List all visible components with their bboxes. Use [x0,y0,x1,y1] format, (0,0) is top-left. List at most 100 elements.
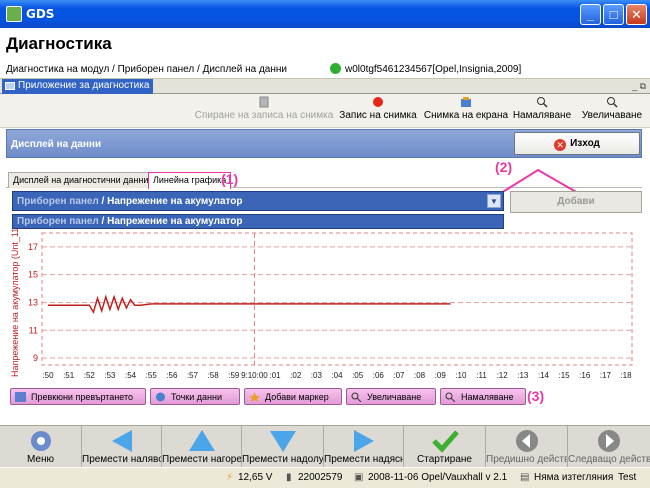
tab-diagnostic-app[interactable]: Приложение за диагностика [2,79,154,94]
vehicle-info: w0l0tgf5461234567[Opel,Insignia,2009] [330,63,521,75]
window-titlebar: GDS _ □ ✕ [0,0,650,28]
x-tick-label: :55 [146,371,158,380]
zoom-in-icon [351,392,362,402]
screenshot-label: Снимка на екрана [423,110,509,121]
record-label: Запис на снимка [339,110,417,121]
annotation-1: (1) [221,171,239,187]
zoom-in-button[interactable]: Увеличаване [578,96,646,121]
window-title: GDS [26,7,55,21]
add-button[interactable]: Добави [510,191,642,213]
add-marker-button[interactable]: Добави маркер [244,388,342,405]
software-version: 2008-11-06 Opel/Vauxhall v 2.1 [368,472,508,483]
exit-button[interactable]: ✕ Изход [514,132,640,155]
x-tick-label: :06 [373,371,385,380]
lightning-icon: ⚡ [226,472,234,483]
x-tick-label: :10 [455,371,467,380]
x-tick-label: :18 [620,371,632,380]
toolbar: Спиране на записа на снимка Запис на сни… [0,94,650,128]
x-tick-label: :08 [414,371,426,380]
chevron-right-icon [598,430,620,452]
toggle-scroll-button[interactable]: Превкюни превъртането [10,388,146,405]
y-tick-label: 9 [33,353,38,363]
previous-action-button[interactable]: Предишно действие [486,426,568,468]
start-button[interactable]: Стартиране [404,426,486,468]
x-tick-label: :52 [84,371,96,380]
vehicle-id: w0l0tgf5461234567[Opel,Insignia,2009] [345,64,522,75]
star-icon [249,392,260,402]
app-tab-bar: Приложение за диагностика _ ⧉ [0,78,650,94]
select-value: Напрежение на акумулатор [107,196,243,207]
close-button[interactable]: ✕ [626,4,647,25]
previous-action-label: Предишно действие [486,454,567,465]
x-tick-label: :09 [435,371,447,380]
database-icon: ▣ [354,472,364,483]
chevron-down-icon[interactable]: ▼ [487,194,501,208]
x-tick-label: :54 [125,371,137,380]
navigation-bar: Меню Премести наляво Премести нагоре Пре… [0,425,650,468]
status-ok-icon [330,63,341,74]
move-right-label: Премести надясно [324,454,403,465]
info-icon [156,392,165,402]
toggle-scroll-label: Превкюни превъртането [31,392,133,402]
mode-label: Test [618,472,637,483]
y-axis-label: Напрежение на акумулатор (Unt_11555) [10,229,20,377]
stop-record-button[interactable]: Спиране на записа на снимка [194,96,334,121]
zoom-in-label: Увеличаване [581,110,643,121]
zoom-out-icon [537,97,548,108]
view-tabs: Дисплей на диагностични данни Линейна гр… [6,170,642,189]
move-down-button[interactable]: Премести надолу [242,426,324,468]
x-tick-label: :03 [311,371,323,380]
arrow-left-icon [111,430,132,452]
y-tick-label: 11 [29,325,38,335]
menu-button[interactable]: Меню [0,426,82,468]
x-tick-label: :07 [393,371,405,380]
zoom-out-icon [445,392,456,402]
x-tick-label: :05 [352,371,364,380]
data-points-button[interactable]: Точки данни [150,388,240,405]
screenshot-button[interactable]: Снимка на екрана [423,96,509,121]
stop-record-label: Спиране на записа на снимка [194,110,334,121]
scroll-icon [15,392,26,402]
parameter-select[interactable]: Приборен панел / Напрежение на акумулато… [12,191,504,211]
minimize-button[interactable]: _ [580,4,601,25]
x-tick-label: :53 [104,371,116,380]
y-tick-label: 13 [28,297,38,307]
zoom-out-label: Намаляване [512,110,572,121]
tab-diag-data[interactable]: Дисплей на диагностични данни [8,172,154,188]
record-button[interactable]: Запис на снимка [338,96,418,121]
device-id: 22002579 [298,472,343,483]
zoom-out-button[interactable]: Намаляване [512,96,572,121]
menu-label: Меню [26,454,55,465]
move-down-label: Премести надолу [242,454,323,465]
chart-controls: Превкюни превъртането Точки данни Добави… [10,388,550,406]
chart-zoom-in-label: Увеличаване [367,392,422,402]
y-tick-label: 17 [28,242,38,252]
window-icon [5,82,15,90]
chart-zoom-in-button[interactable]: Увеличаване [346,388,436,405]
tab-line-graph[interactable]: Линейна графика [148,172,232,189]
next-action-button[interactable]: Следващо действие [568,426,650,468]
zoom-in-icon [607,97,618,108]
move-left-button[interactable]: Премести наляво [82,426,162,468]
app-icon [6,6,22,22]
restore-icon[interactable]: _ ⧉ [632,81,646,92]
x-tick-label: :16 [579,371,591,380]
x-tick-label: :01 [270,371,282,380]
move-right-button[interactable]: Премести надясно [324,426,404,468]
x-tick-label: :02 [290,371,302,380]
move-up-button[interactable]: Премести нагоре [162,426,242,468]
x-axis: :50:51:52:53:54:55:56:57:58:59 9:10:00:01… [42,371,632,380]
x-tick-label: :58 [208,371,220,380]
parameter-select-value: Приборен панел / Напрежение на акумулато… [17,196,243,207]
move-up-label: Премести нагоре [162,454,241,465]
y-axis: 17 15 13 11 9 [28,242,38,363]
maximize-button[interactable]: □ [603,4,624,25]
parameter-option[interactable]: Приборен панел / Напрежение на акумулато… [12,214,504,229]
move-left-label: Премести наляво [82,454,161,465]
x-tick-label: :51 [63,371,75,380]
chart-zoom-out-button[interactable]: Намаляване [440,388,526,405]
option-value: Напрежение на акумулатор [107,216,243,227]
y-tick-label: 15 [28,270,38,280]
arrow-up-icon [188,430,215,451]
x-tick-label: :56 [166,371,178,380]
